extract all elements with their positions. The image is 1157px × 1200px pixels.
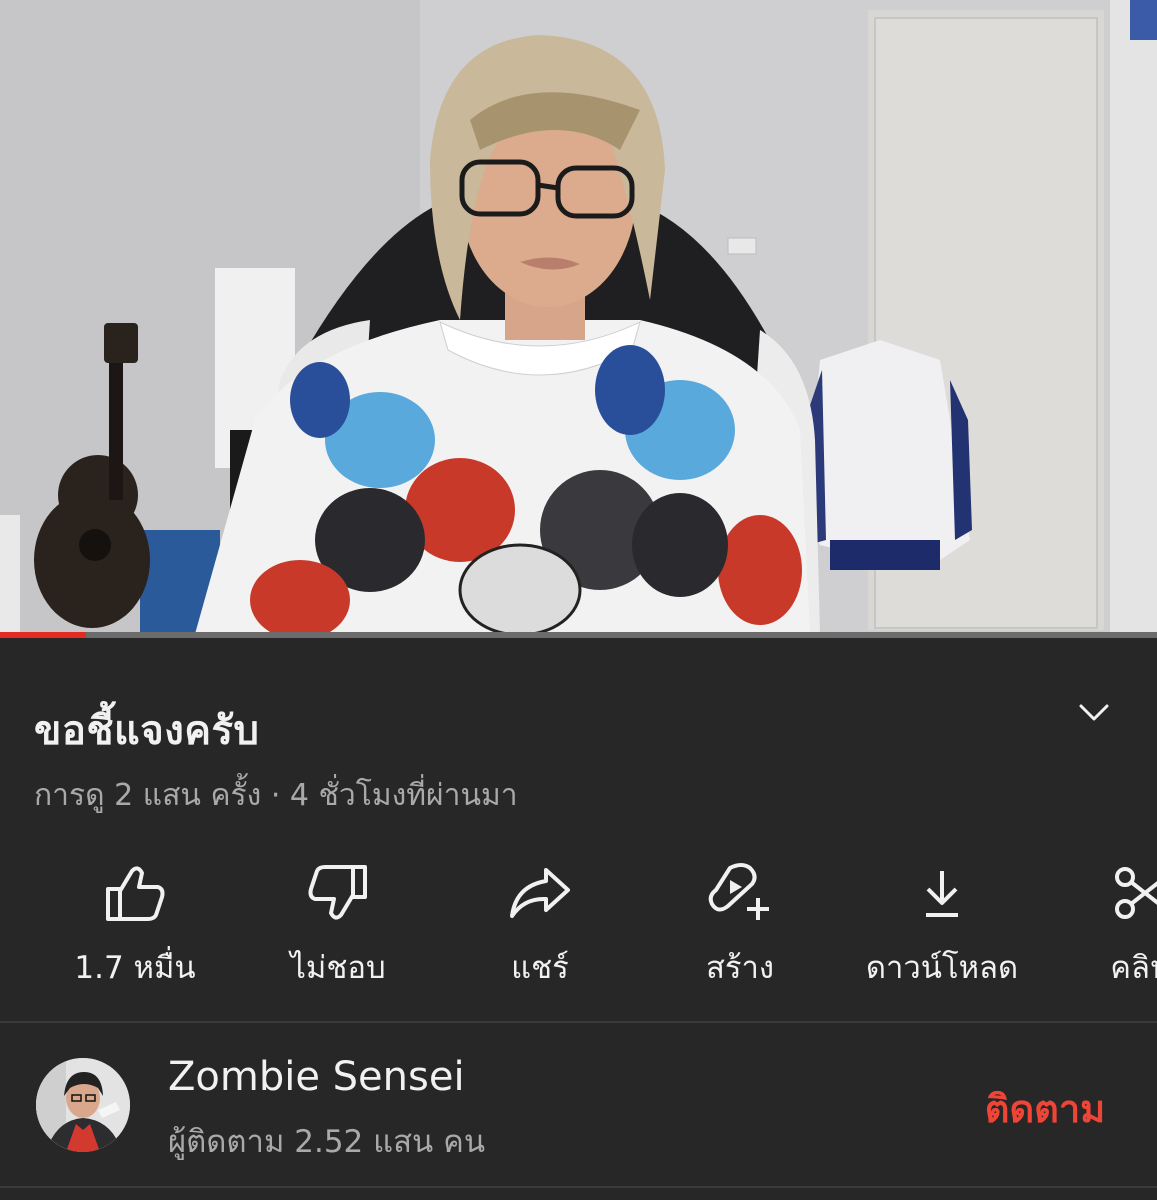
channel-avatar[interactable]: [36, 1058, 130, 1152]
video-meta: การดู 2 แสน ครั้ง · 4 ชั่วโมงที่ผ่านมา: [34, 778, 518, 813]
video-player[interactable]: [0, 0, 1157, 634]
channel-name[interactable]: Zombie Sensei: [168, 1054, 465, 1100]
thumbs-down-icon: [308, 865, 367, 920]
create-label: สร้าง: [705, 950, 775, 986]
dislike-label: ไม่ชอบ: [290, 950, 386, 986]
avatar-image: [36, 1058, 130, 1152]
action-bar: 1.7 หมื่น ไม่ชอบ แชร์ สร้าง ดาวน์โหลด คล…: [0, 858, 1157, 998]
subscribe-button[interactable]: ติดตาม: [960, 1084, 1130, 1134]
download-label: ดาวน์โหลด: [865, 950, 1019, 986]
download-button[interactable]: ดาวน์โหลด: [842, 858, 1042, 998]
video-progress-fill: [0, 632, 86, 638]
share-label: แชร์: [511, 950, 569, 986]
create-button[interactable]: สร้าง: [640, 858, 840, 998]
video-frame: [0, 0, 1157, 634]
chevron-down-icon: [1079, 704, 1109, 721]
subscriber-count: ผู้ติดตาม 2.52 แสน คน: [168, 1124, 486, 1160]
clip-icon: [1115, 867, 1157, 919]
video-progress-bar[interactable]: [0, 632, 1157, 638]
video-title[interactable]: ขอชี้แจงครับ: [34, 698, 259, 762]
divider: [0, 1021, 1157, 1023]
share-button[interactable]: แชร์: [440, 858, 640, 998]
download-icon: [926, 871, 958, 917]
dislike-button[interactable]: ไม่ชอบ: [238, 858, 438, 998]
clip-button[interactable]: คลิป: [1040, 858, 1157, 998]
like-count: 1.7 หมื่น: [74, 950, 196, 986]
divider: [0, 1186, 1157, 1188]
share-icon: [510, 868, 570, 918]
like-button[interactable]: 1.7 หมื่น: [35, 858, 235, 998]
thumbs-up-icon: [106, 866, 165, 921]
expand-description-button[interactable]: [1074, 696, 1114, 730]
create-icon: [708, 863, 769, 920]
clip-label: คลิป: [1110, 950, 1157, 986]
